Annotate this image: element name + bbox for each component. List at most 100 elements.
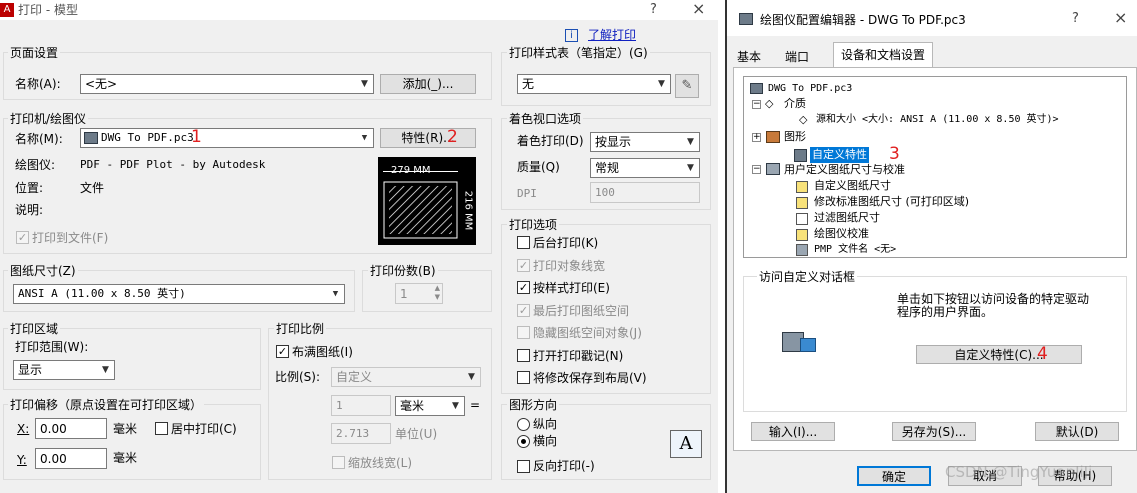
style-table-select[interactable]: 无 ▼ [517,74,671,94]
reverse-print-checkbox[interactable] [517,460,530,473]
tree-modify-paper[interactable]: 修改标准图纸尺寸 (可打印区域) [814,194,969,210]
tab-basic[interactable]: 基本 [737,48,761,65]
print-title: 打印 - 模型 [18,3,78,17]
tree-expand-graphics[interactable]: + [752,133,761,142]
printer-properties-button[interactable]: 特性(R)... [380,128,476,148]
chevron-down-icon: ▼ [361,133,368,143]
printer-name-label: 名称(M): [15,132,63,146]
scale-select[interactable]: 自定义 ▼ [331,367,481,387]
edit-style-table-button[interactable]: ✎ [675,74,699,98]
editor-close-icon[interactable]: × [1114,10,1127,26]
offset-x-input[interactable]: 0.00 [35,418,107,439]
chevron-down-icon: ▼ [452,401,459,411]
plot-range-select[interactable]: 显示 ▼ [13,360,115,380]
spinner-icon: ▲ ▼ [434,284,440,301]
fit-paper-checkbox[interactable]: ✓ [276,345,289,358]
shade-plot-select[interactable]: 按显示 ▼ [590,132,700,152]
custom-props-icon [794,149,807,162]
custom-properties-button[interactable]: 自定义特性(C)... [916,345,1082,364]
tree-root[interactable]: DWG To PDF.pc3 [768,81,852,97]
orientation-preview-icon: A [670,430,702,458]
plot-option-checkbox[interactable]: ✓ [517,258,530,272]
marker-3: 3 [889,144,900,164]
copies-input[interactable]: 1 ▲ ▼ [395,283,443,304]
scale-unit-select[interactable]: 毫米 ▼ [395,396,465,416]
editor-body: 基本 端口 设备和文档设置 DWG To PDF.pc3 − ◇ 介质 ◇ 源和… [727,36,1137,493]
chevron-down-icon: ▼ [468,372,475,382]
plot-option-checkbox[interactable] [517,236,530,249]
printer-label: 打印机/绘图仪 [8,110,89,127]
offset-y-input[interactable]: 0.00 [35,448,107,469]
tree-custom-paper[interactable]: 自定义图纸尺寸 [814,178,891,194]
where-label: 位置: [15,181,44,195]
scale-label: 比例(S): [275,370,321,384]
paper-size-select[interactable]: ANSI A (11.00 x 8.50 英寸) ▼ [13,284,345,304]
plot-option-label: 最后打印图纸空间 [533,303,630,318]
printer-select[interactable]: DWG To PDF.pc3 ▼ [80,128,374,148]
page-setup-select[interactable]: <无> ▼ [80,74,374,94]
tree-filter-paper[interactable]: 过滤图纸尺寸 [814,210,880,226]
editor-help-icon[interactable]: ? [1072,11,1079,27]
tree-pmp-file[interactable]: PMP 文件名 <无> [814,242,896,258]
scale-den-input[interactable]: 2.713 [331,423,391,444]
orientation-letter: A [679,433,693,454]
defaults-button[interactable]: 默认(D) [1035,422,1119,441]
tab-ports[interactable]: 端口 [785,48,809,65]
pmp-icon [796,244,808,256]
plot-option-checkbox[interactable]: ✓ [517,281,530,294]
plot-option-checkbox[interactable]: ✓ [517,303,530,317]
scale-lineweights-label: 缩放线宽(L) [348,456,413,470]
tree-custom-props[interactable]: 自定义特性 [810,147,869,163]
autocad-app-icon: A [0,3,14,17]
tab-device-settings[interactable]: 设备和文档设置 [833,42,933,68]
tree-calibration[interactable]: 绘图仪校准 [814,226,869,242]
tree-expand-user-defined[interactable]: − [752,165,761,174]
tree-media[interactable]: 介质 [784,96,806,112]
scale-lineweights-checkbox[interactable] [332,456,345,469]
preview-sheet [383,181,458,239]
tree-graphics[interactable]: 图形 [784,129,806,145]
quality-select[interactable]: 常规 ▼ [590,158,700,178]
tree-user-defined[interactable]: 用户定义图纸尺寸与校准 [784,162,905,178]
plot-range-label: 打印范围(W): [15,340,89,354]
import-button[interactable]: 输入(I)... [751,422,835,441]
printer-select-value: DWG To PDF.pc3 [101,131,194,144]
portrait-radio[interactable] [517,418,530,431]
offset-x-value: 0.00 [40,422,67,436]
chevron-down-icon: ▼ [102,365,109,375]
center-plot-checkbox[interactable] [155,422,168,435]
dpi-input[interactable]: 100 [590,182,700,203]
learn-print-link[interactable]: 了解打印 [588,27,636,43]
dpi-label: DPI [517,187,537,200]
print-help-icon[interactable]: ? [650,2,657,18]
landscape-radio[interactable] [517,435,530,448]
plot-option-label: 将修改保存到布局(V) [533,371,647,385]
page-setup-label: 页面设置 [8,44,61,61]
print-to-file-checkbox[interactable]: ✓ [16,231,29,244]
scale-num-value: 1 [336,399,343,412]
marker-1: 1 [191,127,202,147]
add-page-setup-button[interactable]: 添加(_)... [380,74,476,94]
tree-expand-media[interactable]: − [752,100,761,109]
settings-tree[interactable]: DWG To PDF.pc3 − ◇ 介质 ◇ 源和大小 <大小: ANSI A… [743,76,1127,258]
dpi-value: 100 [595,186,615,199]
save-as-button[interactable]: 另存为(S)... [892,422,976,441]
plot-area-label: 打印区域 [8,320,61,337]
plot-area-group [3,328,261,390]
plot-option-checkbox[interactable] [517,348,530,362]
modify-paper-icon [796,197,808,209]
scale-value: 自定义 [336,370,373,384]
description-label: 说明: [15,203,44,217]
shaded-viewport-label: 着色视口选项 [507,110,584,127]
portrait-label: 纵向 [533,417,558,431]
plot-option-checkbox[interactable] [517,371,530,384]
scale-num-input[interactable]: 1 [331,395,391,416]
tree-source-size[interactable]: 源和大小 <大小: ANSI A (11.00 x 8.50 英寸)> [816,112,1059,128]
plot-option-label: 打开打印戳记(N) [533,348,624,363]
page-setup-name-label: 名称(A): [15,77,61,91]
ok-button[interactable]: 确定 [857,466,931,486]
plot-option-checkbox[interactable] [517,326,530,339]
chevron-down-icon: ▼ [687,137,694,147]
print-close-icon[interactable]: × [692,1,705,17]
shade-plot-label: 着色打印(D) [517,134,584,148]
